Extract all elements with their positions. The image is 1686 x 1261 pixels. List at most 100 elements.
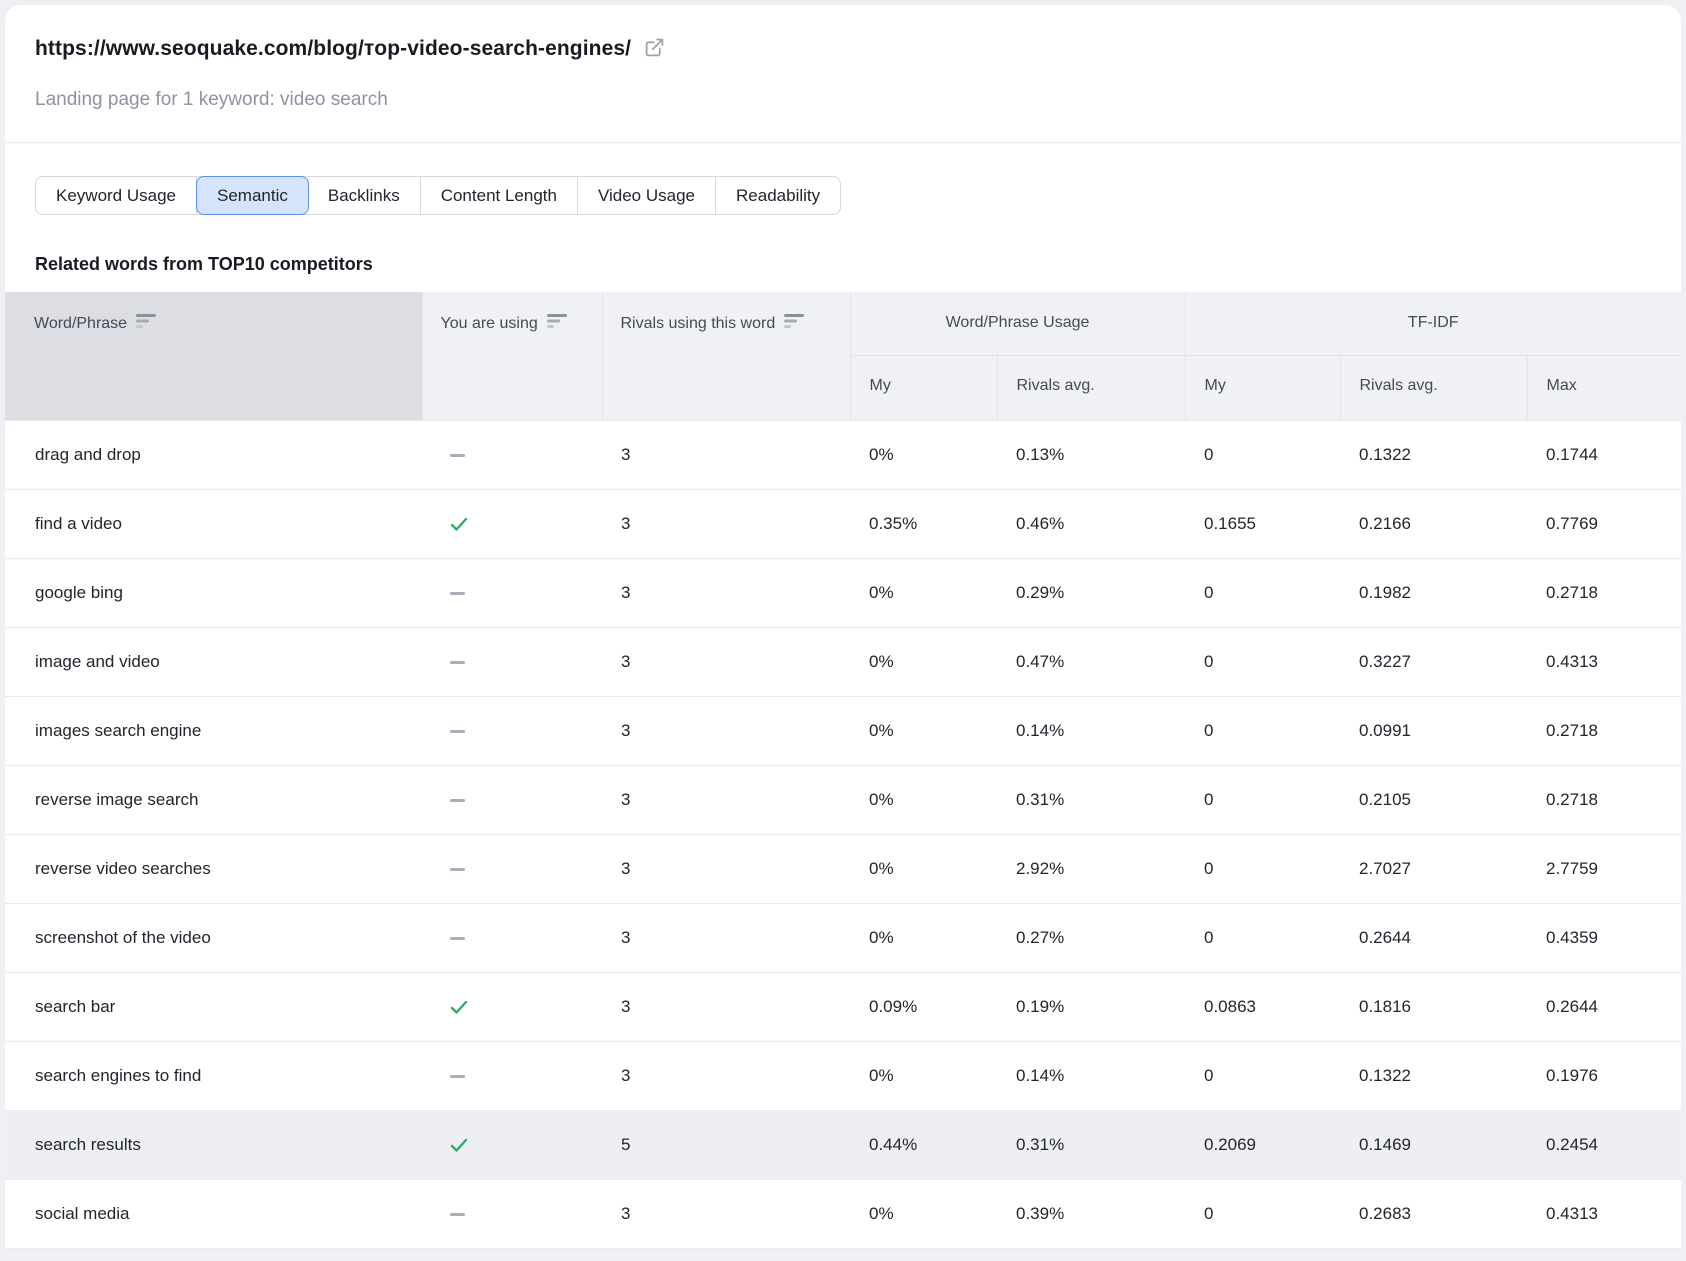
tfidf-max-cell: 0.2718 — [1527, 696, 1681, 765]
usage-my-cell: 0% — [850, 1179, 997, 1248]
tfidf-max-cell: 0.1976 — [1527, 1041, 1681, 1110]
usage-my-cell: 0% — [850, 765, 997, 834]
usage-my-cell: 0% — [850, 1041, 997, 1110]
sort-icon[interactable] — [136, 314, 156, 333]
usage-rivals-avg-cell: 0.27% — [997, 903, 1185, 972]
tab-video-usage[interactable]: Video Usage — [578, 177, 716, 214]
next-row-sliver — [5, 1248, 1681, 1256]
tfidf-max-cell: 0.2718 — [1527, 765, 1681, 834]
tfidf-max-cell: 0.2644 — [1527, 972, 1681, 1041]
dash-icon — [450, 1075, 465, 1078]
column-group-tf-idf: TF-IDF — [1185, 292, 1681, 355]
tfidf-my-cell: 0 — [1185, 903, 1340, 972]
word-phrase-cell: search bar — [5, 972, 422, 1041]
table-row[interactable]: find a video 3 0.35% 0.46% 0.1655 0.2166… — [5, 489, 1681, 558]
dash-icon — [450, 592, 465, 595]
usage-my-cell: 0% — [850, 420, 997, 489]
word-phrase-cell: search engines to find — [5, 1041, 422, 1110]
word-phrase-text: drag and drop — [35, 445, 141, 464]
table-row[interactable]: social media 3 0% 0.39% 0 0.2683 0.4313 — [5, 1179, 1681, 1248]
external-link-icon[interactable] — [644, 37, 665, 63]
table-row[interactable]: google bing 3 0% 0.29% 0 0.1982 0.2718 — [5, 558, 1681, 627]
table-row[interactable]: screenshot of the video 3 0% 0.27% 0 0.2… — [5, 903, 1681, 972]
tfidf-rivals-avg-cell: 0.2105 — [1340, 765, 1527, 834]
word-phrase-text: search results — [35, 1135, 141, 1154]
table-body: drag and drop 3 0% 0.13% 0 0.1322 0.1744… — [5, 420, 1681, 1248]
table-header: Word/Phrase You are using — [5, 292, 1681, 420]
usage-rivals-avg-cell: 0.31% — [997, 765, 1185, 834]
word-phrase-text: reverse video searches — [35, 859, 211, 878]
header-divider — [5, 142, 1681, 143]
tab-readability[interactable]: Readability — [716, 177, 840, 214]
tfidf-max-cell: 2.7759 — [1527, 834, 1681, 903]
usage-rivals-avg-cell: 0.46% — [997, 489, 1185, 558]
column-header-tfidf-my: My — [1185, 355, 1340, 420]
column-header-word-phrase[interactable]: Word/Phrase — [5, 292, 422, 420]
tfidf-my-cell: 0 — [1185, 1041, 1340, 1110]
you-are-using-cell — [422, 903, 602, 972]
tfidf-rivals-avg-cell: 2.7027 — [1340, 834, 1527, 903]
column-header-usage-my: My — [850, 355, 997, 420]
tab-keyword-usage[interactable]: Keyword Usage — [36, 177, 197, 214]
tfidf-max-cell: 0.4359 — [1527, 903, 1681, 972]
table-row[interactable]: images search engine 3 0% 0.14% 0 0.0991… — [5, 696, 1681, 765]
table-row[interactable]: search results 5 0.44% 0.31% 0.2069 0.14… — [5, 1110, 1681, 1179]
you-are-using-cell — [422, 834, 602, 903]
rivals-using-cell: 3 — [602, 420, 850, 489]
column-group-word-phrase-usage: Word/Phrase Usage — [850, 292, 1185, 355]
tfidf-max-cell: 0.1744 — [1527, 420, 1681, 489]
rivals-using-cell: 3 — [602, 765, 850, 834]
tfidf-my-cell: 0 — [1185, 420, 1340, 489]
column-header-you-are-using[interactable]: You are using — [422, 292, 602, 420]
tfidf-rivals-avg-cell: 0.2166 — [1340, 489, 1527, 558]
tab-bar: Keyword UsageSemanticBacklinksContent Le… — [35, 176, 841, 215]
usage-rivals-avg-cell: 0.14% — [997, 1041, 1185, 1110]
tab-semantic[interactable]: Semantic — [196, 176, 309, 215]
you-are-using-cell — [422, 765, 602, 834]
tab-backlinks[interactable]: Backlinks — [308, 177, 421, 214]
tfidf-max-cell: 0.4313 — [1527, 1179, 1681, 1248]
usage-rivals-avg-cell: 0.13% — [997, 420, 1185, 489]
column-header-you-are-using-label: You are using — [441, 315, 538, 333]
page-head: https://www.seoquake.com/blog/тop-video-… — [5, 5, 1681, 111]
rivals-using-cell: 3 — [602, 834, 850, 903]
column-header-word-phrase-label: Word/Phrase — [34, 315, 127, 333]
tfidf-my-cell: 0 — [1185, 834, 1340, 903]
table-row[interactable]: search bar 3 0.09% 0.19% 0.0863 0.1816 0… — [5, 972, 1681, 1041]
table-row[interactable]: image and video 3 0% 0.47% 0 0.3227 0.43… — [5, 627, 1681, 696]
tfidf-max-cell: 0.2718 — [1527, 558, 1681, 627]
word-phrase-cell: google bing — [5, 558, 422, 627]
usage-rivals-avg-cell: 0.31% — [997, 1110, 1185, 1179]
tab-content-length[interactable]: Content Length — [421, 177, 578, 214]
usage-rivals-avg-cell: 0.39% — [997, 1179, 1185, 1248]
tfidf-rivals-avg-cell: 0.1982 — [1340, 558, 1527, 627]
tfidf-my-cell: 0 — [1185, 558, 1340, 627]
you-are-using-cell — [422, 627, 602, 696]
rivals-using-cell: 3 — [602, 1179, 850, 1248]
usage-my-cell: 0.44% — [850, 1110, 997, 1179]
sort-icon[interactable] — [784, 314, 804, 333]
word-phrase-text: google bing — [35, 583, 123, 602]
you-are-using-cell — [422, 420, 602, 489]
usage-rivals-avg-cell: 0.29% — [997, 558, 1185, 627]
sort-icon[interactable] — [547, 314, 567, 333]
you-are-using-cell — [422, 696, 602, 765]
tfidf-my-cell: 0.2069 — [1185, 1110, 1340, 1179]
column-header-tfidf-max: Max — [1527, 355, 1681, 420]
tfidf-rivals-avg-cell: 0.2683 — [1340, 1179, 1527, 1248]
table-row[interactable]: drag and drop 3 0% 0.13% 0 0.1322 0.1744 — [5, 420, 1681, 489]
word-phrase-text: reverse image search — [35, 790, 198, 809]
table-row[interactable]: reverse image search 3 0% 0.31% 0 0.2105… — [5, 765, 1681, 834]
rivals-using-cell: 3 — [602, 903, 850, 972]
usage-my-cell: 0% — [850, 834, 997, 903]
you-are-using-cell — [422, 972, 602, 1041]
word-phrase-text: screenshot of the video — [35, 928, 211, 947]
dash-icon — [450, 730, 465, 733]
landing-page-subtitle: Landing page for 1 keyword: video search — [35, 89, 1651, 111]
usage-my-cell: 0% — [850, 696, 997, 765]
column-header-rivals-using[interactable]: Rivals using this word — [602, 292, 850, 420]
table-row[interactable]: reverse video searches 3 0% 2.92% 0 2.70… — [5, 834, 1681, 903]
table-row[interactable]: search engines to find 3 0% 0.14% 0 0.13… — [5, 1041, 1681, 1110]
rivals-using-cell: 3 — [602, 558, 850, 627]
tfidf-rivals-avg-cell: 0.1322 — [1340, 420, 1527, 489]
